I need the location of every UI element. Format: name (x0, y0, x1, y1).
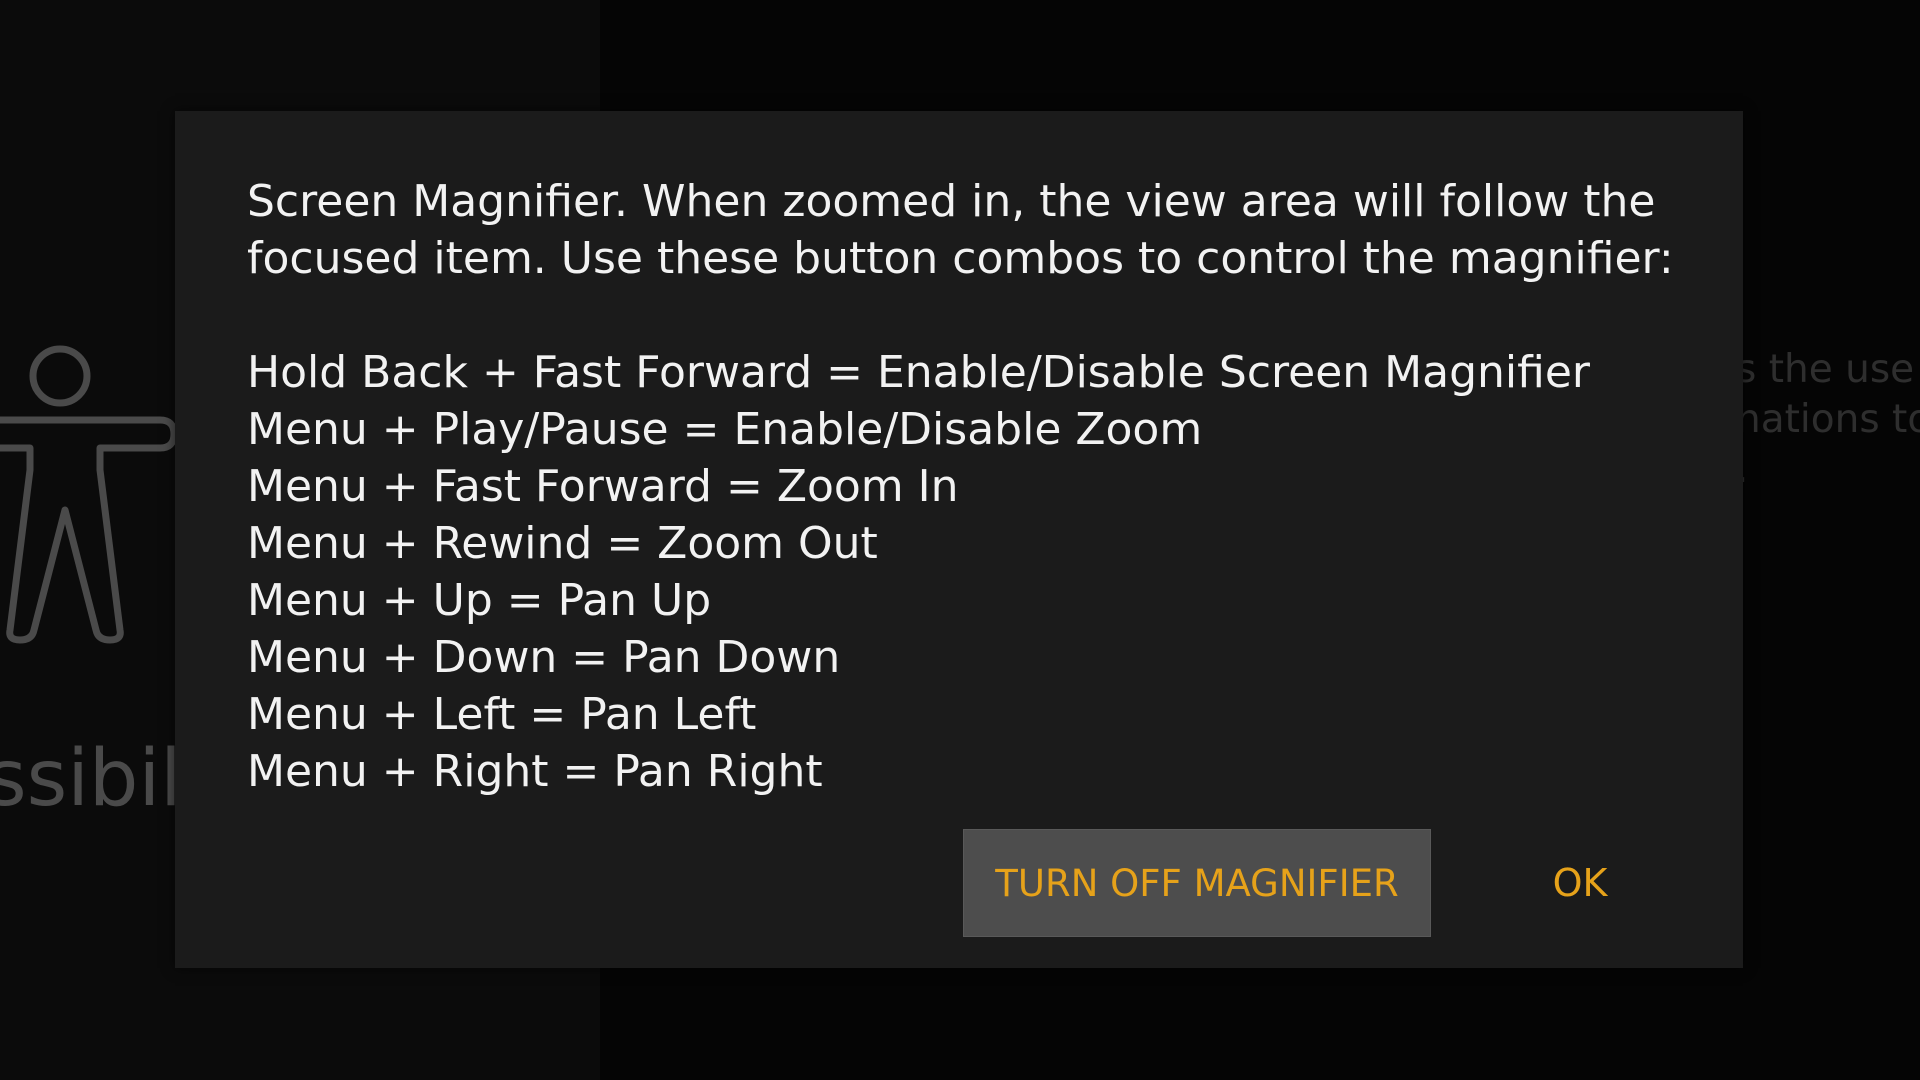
turn-off-magnifier-button[interactable]: TURN OFF MAGNIFIER (963, 829, 1431, 937)
combo-item: Menu + Down = Pan Down (247, 632, 841, 683)
dialog-body: Screen Magnifier. When zoomed in, the vi… (247, 173, 1674, 800)
combo-item: Menu + Rewind = Zoom Out (247, 518, 878, 569)
background-description-line: s the use (1736, 347, 1915, 392)
accessibility-person-icon (0, 345, 178, 644)
combo-item: Menu + Right = Pan Right (247, 746, 823, 797)
background-description-line: nations to (1736, 397, 1920, 442)
ok-button[interactable]: OK (1505, 829, 1655, 937)
button-combo-list: Hold Back + Fast Forward = Enable/Disabl… (247, 344, 1667, 800)
combo-item: Hold Back + Fast Forward = Enable/Disabl… (247, 347, 1590, 398)
dialog-button-row: TURN OFF MAGNIFIER OK (175, 829, 1743, 937)
screen-magnifier-dialog: Screen Magnifier. When zoomed in, the vi… (175, 111, 1743, 968)
dialog-intro-line: focused item. Use these button combos to… (247, 233, 1674, 284)
screen: essibil s the use nations to . Screen Ma… (0, 0, 1920, 1080)
combo-item: Menu + Up = Pan Up (247, 575, 712, 626)
background-category-label: essibil (0, 734, 182, 824)
combo-item: Menu + Left = Pan Left (247, 689, 757, 740)
background-description-line: . (1736, 445, 1920, 495)
background-description: s the use nations to . (1736, 345, 1920, 495)
combo-item: Menu + Fast Forward = Zoom In (247, 461, 959, 512)
dialog-intro-line: Screen Magnifier. When zoomed in, the vi… (247, 176, 1656, 227)
combo-item: Menu + Play/Pause = Enable/Disable Zoom (247, 404, 1203, 455)
